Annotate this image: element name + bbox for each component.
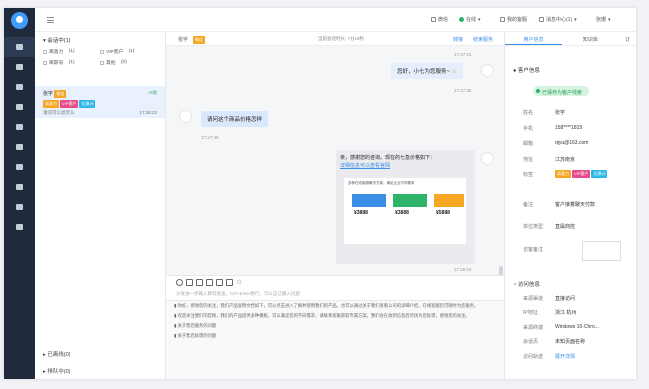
session-filters: 离意力 (1) VIP客户 (1) 离职号 (1) 其他 (0) bbox=[35, 46, 165, 68]
quick-reply-item[interactable]: ▮ 关于售后处理的问题 bbox=[166, 331, 504, 341]
tag-badge: VIP客户 bbox=[60, 100, 79, 108]
message-center-button[interactable]: 消息中心(1) ▾ bbox=[539, 16, 577, 23]
evaluate-icon[interactable] bbox=[226, 278, 233, 286]
chat-toolbar: ☆ bbox=[166, 275, 504, 288]
document-icon bbox=[16, 184, 23, 190]
smile-icon: ☺ bbox=[451, 69, 457, 75]
message-input[interactable]: 沙发进一步输入聊到发送，Ctrl+Enter换行，可以自己输入问题 bbox=[166, 288, 504, 300]
unit-type: 直属商控 bbox=[555, 224, 576, 230]
website-link[interactable]: 详细信息可以查看官网 bbox=[340, 162, 471, 169]
nav-cloud[interactable] bbox=[4, 137, 35, 157]
chevron-down-icon: ▾ bbox=[478, 16, 481, 23]
avatar bbox=[481, 152, 494, 165]
end-service-button[interactable]: 结束服务 bbox=[473, 36, 493, 43]
panel-tabs: 用户信息 知识库 订 bbox=[505, 32, 636, 46]
session-group-offline[interactable]: ▸ 已离线(0) bbox=[35, 350, 165, 358]
customer-panel: 用户信息 知识库 订 ● 客户信息 已保存为客户线索 姓名 张宇 手机 158*… bbox=[504, 32, 636, 379]
chevron-down-icon: ▾ bbox=[608, 16, 611, 23]
quick-reply-item[interactable]: ▮ 欢迎关注我们的官网，我们的产品提供多种模板，可以满足您的不同需求，请联系客服… bbox=[166, 311, 504, 321]
avatar bbox=[481, 64, 494, 77]
file-icon[interactable] bbox=[196, 278, 203, 286]
left-nav bbox=[4, 8, 35, 379]
nav-location[interactable] bbox=[4, 97, 35, 117]
nav-phone[interactable] bbox=[4, 57, 35, 77]
message-bubble: 请问这个商品价格怎样 bbox=[201, 111, 269, 127]
chat-panel: 张宇 微信 当前会话时长: 7分19秒 转接 结束服务 17:27:21 您好，… bbox=[166, 32, 504, 379]
filter-checkbox[interactable]: 离职号 (1) bbox=[43, 59, 100, 66]
top-bar: 微信 在线 ▾ 我的客服 消息中心(1) ▾ 张珊 ▾ bbox=[35, 8, 636, 32]
stats-icon bbox=[16, 164, 23, 170]
my-service-button[interactable]: 我的客服 bbox=[500, 16, 527, 23]
wechat-button[interactable]: 微信 bbox=[431, 16, 448, 23]
contacts-icon bbox=[16, 84, 23, 90]
session-group-active[interactable]: ▾ 会话中(1) bbox=[35, 32, 165, 46]
nav-chat[interactable] bbox=[4, 37, 35, 57]
nav-tools[interactable] bbox=[4, 217, 35, 237]
status-badge: AI助 bbox=[148, 90, 157, 95]
customer-phone: 158****1815 bbox=[555, 125, 583, 131]
filter-checkbox[interactable]: 其他 (0) bbox=[100, 59, 157, 66]
session-item[interactable]: 张宇 微信 AI助 高意力 VIP客户 交换计 请问可以退货么 17:28:23 bbox=[35, 86, 165, 118]
avatar bbox=[179, 110, 192, 123]
user-icon: ● bbox=[513, 68, 517, 74]
emoji-icon[interactable] bbox=[176, 278, 183, 286]
customer-remark: 客户接着聊天付款 bbox=[555, 202, 596, 208]
menu-icon[interactable] bbox=[47, 17, 54, 23]
wrench-icon bbox=[16, 224, 23, 230]
tab-knowledge[interactable]: 知识库 bbox=[562, 32, 619, 45]
report-icon bbox=[16, 204, 23, 210]
chat-header: 张宇 微信 当前会话时长: 7分19秒 转接 结束服务 bbox=[166, 32, 504, 46]
phone-icon bbox=[431, 17, 436, 22]
clock-icon bbox=[16, 124, 23, 130]
nav-docs[interactable] bbox=[4, 177, 35, 197]
saved-badge: 已保存为客户线索 bbox=[533, 86, 589, 96]
user-menu[interactable]: 张珊 ▾ bbox=[596, 16, 611, 24]
visit-info-header: ◔ 访问信息 bbox=[513, 282, 540, 288]
message-card: 亲，感谢您的咨询。现在的七急价格如下： 详细信息可以查看官网 多种在线客服解决方… bbox=[336, 150, 475, 264]
message-list: 17:27:21 您好，小七为您服务~ ☺ 17:27:35 请问这个商品价格怎… bbox=[166, 46, 504, 282]
quick-reply-icon[interactable] bbox=[216, 278, 223, 286]
app-window: 微信 在线 ▾ 我的客服 消息中心(1) ▾ 张珊 ▾ ▾ 会话中(1) 离意力 (1… bbox=[4, 8, 636, 379]
bell-icon bbox=[539, 17, 544, 22]
location-icon bbox=[16, 104, 23, 110]
quick-reply-item[interactable]: ▮ 你好，感谢您的关注，我们产品说明文档如下，可以点击进入了解并使用我们的产品。… bbox=[166, 301, 504, 311]
product-card[interactable]: 多种在线客服解决方案，满足企业不同需求 ¥3888 ¥3888 ¥5888 bbox=[344, 178, 466, 244]
customer-name: 张宇 bbox=[555, 110, 566, 116]
cloud-icon bbox=[16, 144, 23, 150]
chat-icon bbox=[16, 44, 23, 50]
quick-replies: ▮ 你好，感谢您的关注，我们产品说明文档如下，可以点击进入了解并使用我们的产品。… bbox=[166, 300, 504, 379]
service-icon bbox=[500, 17, 505, 22]
message-bubble: 您好，小七为您服务~ ☺ bbox=[391, 63, 463, 79]
customer-email: qiyu@163.com bbox=[555, 140, 589, 146]
phone-icon bbox=[16, 64, 23, 70]
filter-checkbox[interactable]: VIP客户 (1) bbox=[100, 48, 157, 55]
tab-order[interactable]: 订 bbox=[619, 32, 636, 45]
nav-stats[interactable] bbox=[4, 157, 35, 177]
nav-contacts[interactable] bbox=[4, 77, 35, 97]
tab-user-info[interactable]: 用户信息 bbox=[505, 32, 562, 45]
tag-badge: 高意力 bbox=[43, 100, 59, 108]
quick-reply-item[interactable]: ▮ 关于售后服务的问题 bbox=[166, 321, 504, 331]
nav-reports[interactable] bbox=[4, 197, 35, 217]
expand-details-link[interactable]: 展开详情 bbox=[555, 353, 575, 360]
tag-badge: 交换计 bbox=[79, 100, 96, 108]
customer-address: 江苏南京 bbox=[555, 157, 576, 163]
image-icon[interactable] bbox=[186, 278, 193, 286]
customer-info-header: ● 客户信息 bbox=[513, 68, 540, 74]
online-dot-icon bbox=[459, 17, 464, 22]
star-icon[interactable]: ☆ bbox=[236, 278, 242, 286]
customer-tags: 高意力 VIP客户 交换计 bbox=[555, 170, 608, 178]
transfer-button[interactable]: 转接 bbox=[453, 36, 463, 43]
channel-badge: 微信 bbox=[54, 90, 67, 98]
session-group-queue[interactable]: ▸ 排队中(0) bbox=[35, 367, 165, 375]
session-list: ▾ 会话中(1) 离意力 (1) VIP客户 (1) 离职号 (1) 其他 (0… bbox=[35, 32, 166, 379]
status-dropdown[interactable]: 在线 ▾ bbox=[459, 16, 481, 23]
screenshot-icon[interactable] bbox=[206, 278, 213, 286]
filter-checkbox[interactable]: 离意力 (1) bbox=[43, 48, 100, 55]
clock-icon: ◔ bbox=[513, 282, 517, 288]
nav-history[interactable] bbox=[4, 117, 35, 137]
visitor-remark-field[interactable] bbox=[582, 241, 621, 261]
app-logo bbox=[11, 12, 28, 29]
